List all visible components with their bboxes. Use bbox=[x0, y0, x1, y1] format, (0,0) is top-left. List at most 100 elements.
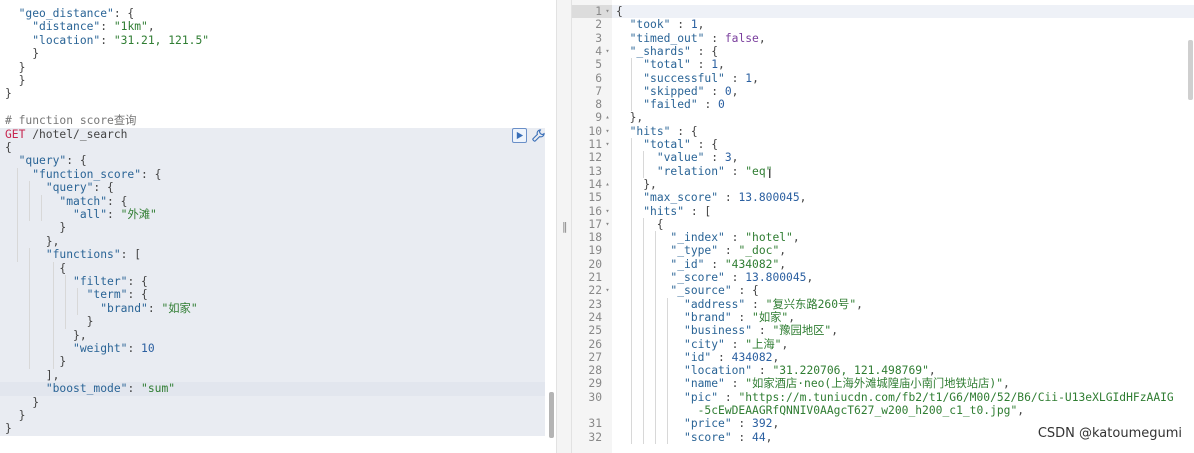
pane-resize-handle[interactable]: ‖ bbox=[556, 0, 572, 453]
line-text: "address" : "复兴东路260号", bbox=[616, 298, 863, 311]
fold-collapse-icon[interactable]: ▾ bbox=[603, 5, 612, 18]
code-token: -5cEwDEAAGRfQNNIV0AAgcT627_w200_h200_c1_… bbox=[616, 404, 1018, 417]
request-code-line[interactable]: { bbox=[0, 141, 545, 155]
request-code-line[interactable]: } bbox=[0, 87, 545, 100]
request-settings-button[interactable] bbox=[531, 128, 546, 143]
request-code-line[interactable]: "all": "外滩" bbox=[0, 208, 545, 222]
request-code-line[interactable]: }, bbox=[0, 234, 545, 249]
code-token: : { bbox=[127, 275, 148, 288]
request-code-line[interactable]: "distance": "1km", bbox=[0, 20, 545, 33]
request-code-line[interactable]: "term": { bbox=[0, 288, 545, 302]
request-code-line[interactable]: } bbox=[0, 47, 545, 60]
line-text: "_score" : 13.800045, bbox=[616, 271, 813, 284]
request-scrollbar[interactable] bbox=[549, 392, 554, 438]
request-code-line[interactable]: "query": { bbox=[0, 154, 545, 168]
code-token: , bbox=[718, 58, 725, 72]
run-request-button[interactable] bbox=[512, 128, 527, 143]
code-token: "query" bbox=[45, 181, 94, 195]
code-token: : bbox=[718, 191, 739, 205]
request-code-line[interactable] bbox=[0, 101, 545, 114]
request-code-line[interactable]: "geo_distance": { bbox=[0, 7, 545, 20]
code-token: : bbox=[147, 301, 162, 315]
fold-collapse-icon[interactable]: ▾ bbox=[603, 45, 612, 58]
response-code-line: 16 ▾ "hits" : [ bbox=[572, 205, 1194, 218]
watermark: CSDN @katoumegumi bbox=[1037, 426, 1182, 441]
line-number: 12 bbox=[588, 151, 602, 165]
request-code-line[interactable]: "location": "31.21, 121.5" bbox=[0, 34, 545, 47]
code-token: "434082" bbox=[724, 257, 780, 271]
line-number: 22 bbox=[588, 284, 602, 298]
line-number: 9 bbox=[595, 111, 602, 125]
request-code-line[interactable]: "query": { bbox=[0, 181, 545, 195]
line-number: 26 bbox=[588, 337, 602, 351]
request-code-line[interactable]: "brand": "如家" bbox=[0, 301, 545, 316]
fold-collapse-icon[interactable]: ▾ bbox=[603, 205, 612, 218]
line-number: 11 bbox=[588, 138, 602, 151]
request-code-line[interactable]: } bbox=[0, 395, 545, 409]
request-code-line[interactable]: "function_score": { bbox=[0, 167, 545, 182]
code-token: "business" bbox=[684, 324, 753, 338]
request-code-line[interactable]: ], bbox=[0, 368, 545, 383]
request-code-line[interactable]: # function score查询 bbox=[0, 114, 545, 127]
code-token: : { bbox=[670, 124, 698, 138]
request-code-line[interactable]: } bbox=[0, 422, 545, 436]
line-text: "name" : "如家酒店·neo(上海外滩城隍庙小南门地铁站店)", bbox=[616, 377, 1010, 390]
code-token: , bbox=[781, 337, 789, 351]
fold-collapse-icon[interactable]: ▾ bbox=[603, 284, 612, 297]
line-text: { bbox=[616, 218, 664, 231]
request-code-line[interactable]: } bbox=[0, 409, 545, 423]
code-token: "如家" bbox=[752, 310, 789, 324]
code-token: } bbox=[5, 87, 12, 101]
request-code-line[interactable]: } bbox=[0, 74, 545, 87]
wrench-icon bbox=[532, 129, 545, 142]
line-text: "total" : 1, bbox=[616, 58, 725, 71]
fold-collapse-icon[interactable]: ▾ bbox=[603, 138, 612, 151]
request-code-line[interactable]: GET /hotel/_search bbox=[0, 127, 545, 141]
request-code-line[interactable]: } bbox=[0, 61, 545, 74]
line-text: "value" : 3, bbox=[616, 151, 739, 164]
code-token: 0 bbox=[724, 84, 732, 98]
response-code-line: 10 ▾ "hits" : { bbox=[572, 125, 1194, 138]
request-code-line[interactable]: "boost_mode": "sum" bbox=[0, 382, 545, 396]
line-text: "business" : "豫园地区", bbox=[616, 324, 838, 337]
code-token: GET bbox=[5, 127, 26, 141]
code-token: "location" bbox=[684, 364, 753, 378]
fold-end-icon[interactable]: ▴ bbox=[603, 178, 612, 191]
code-token: : bbox=[718, 244, 739, 258]
line-text: "max_score" : 13.800045, bbox=[616, 191, 806, 204]
request-editor-pane[interactable]: "geo_distance": { "distance": "1km", "lo… bbox=[0, 0, 556, 453]
request-code-line[interactable]: } bbox=[0, 315, 545, 329]
code-token: , bbox=[799, 191, 807, 205]
line-text: "match": { bbox=[5, 195, 127, 208]
fold-collapse-icon[interactable]: ▾ bbox=[603, 218, 612, 231]
line-text: } bbox=[5, 74, 26, 87]
response-viewer-pane[interactable]: 1 ▾{2 "took" : 1, 3 "timed_out" : false, 4 ▾… bbox=[572, 0, 1194, 453]
line-text: } bbox=[5, 355, 66, 368]
code-token: "term" bbox=[86, 288, 128, 302]
fold-collapse-icon[interactable]: ▾ bbox=[603, 125, 612, 138]
line-text: }, bbox=[5, 235, 60, 248]
response-scrollbar[interactable] bbox=[1188, 40, 1193, 100]
request-code-line[interactable]: } bbox=[0, 221, 545, 235]
request-code-line[interactable]: { bbox=[0, 261, 545, 275]
code-token: "豫园地区" bbox=[772, 324, 832, 338]
request-code-line[interactable]: }, bbox=[0, 328, 545, 342]
fold-end-icon[interactable]: ▴ bbox=[603, 111, 612, 124]
response-code-line: 29 "name" : "如家酒店·neo(上海外滩城隍庙小南门地铁站店)", bbox=[572, 377, 1194, 390]
code-token: : { bbox=[107, 194, 128, 208]
request-code-line[interactable]: "filter": { bbox=[0, 275, 545, 289]
request-code-line[interactable]: } bbox=[0, 355, 545, 369]
indent-guide bbox=[41, 194, 42, 222]
request-code-line[interactable]: "weight": 10 bbox=[0, 342, 545, 356]
indent-guide bbox=[643, 217, 644, 444]
line-text: } bbox=[5, 315, 94, 328]
code-token: : { bbox=[113, 7, 135, 20]
request-code-line[interactable]: "match": { bbox=[0, 194, 545, 208]
request-code-line[interactable]: "functions": [ bbox=[0, 248, 545, 262]
line-text: "hits" : { bbox=[616, 125, 698, 138]
